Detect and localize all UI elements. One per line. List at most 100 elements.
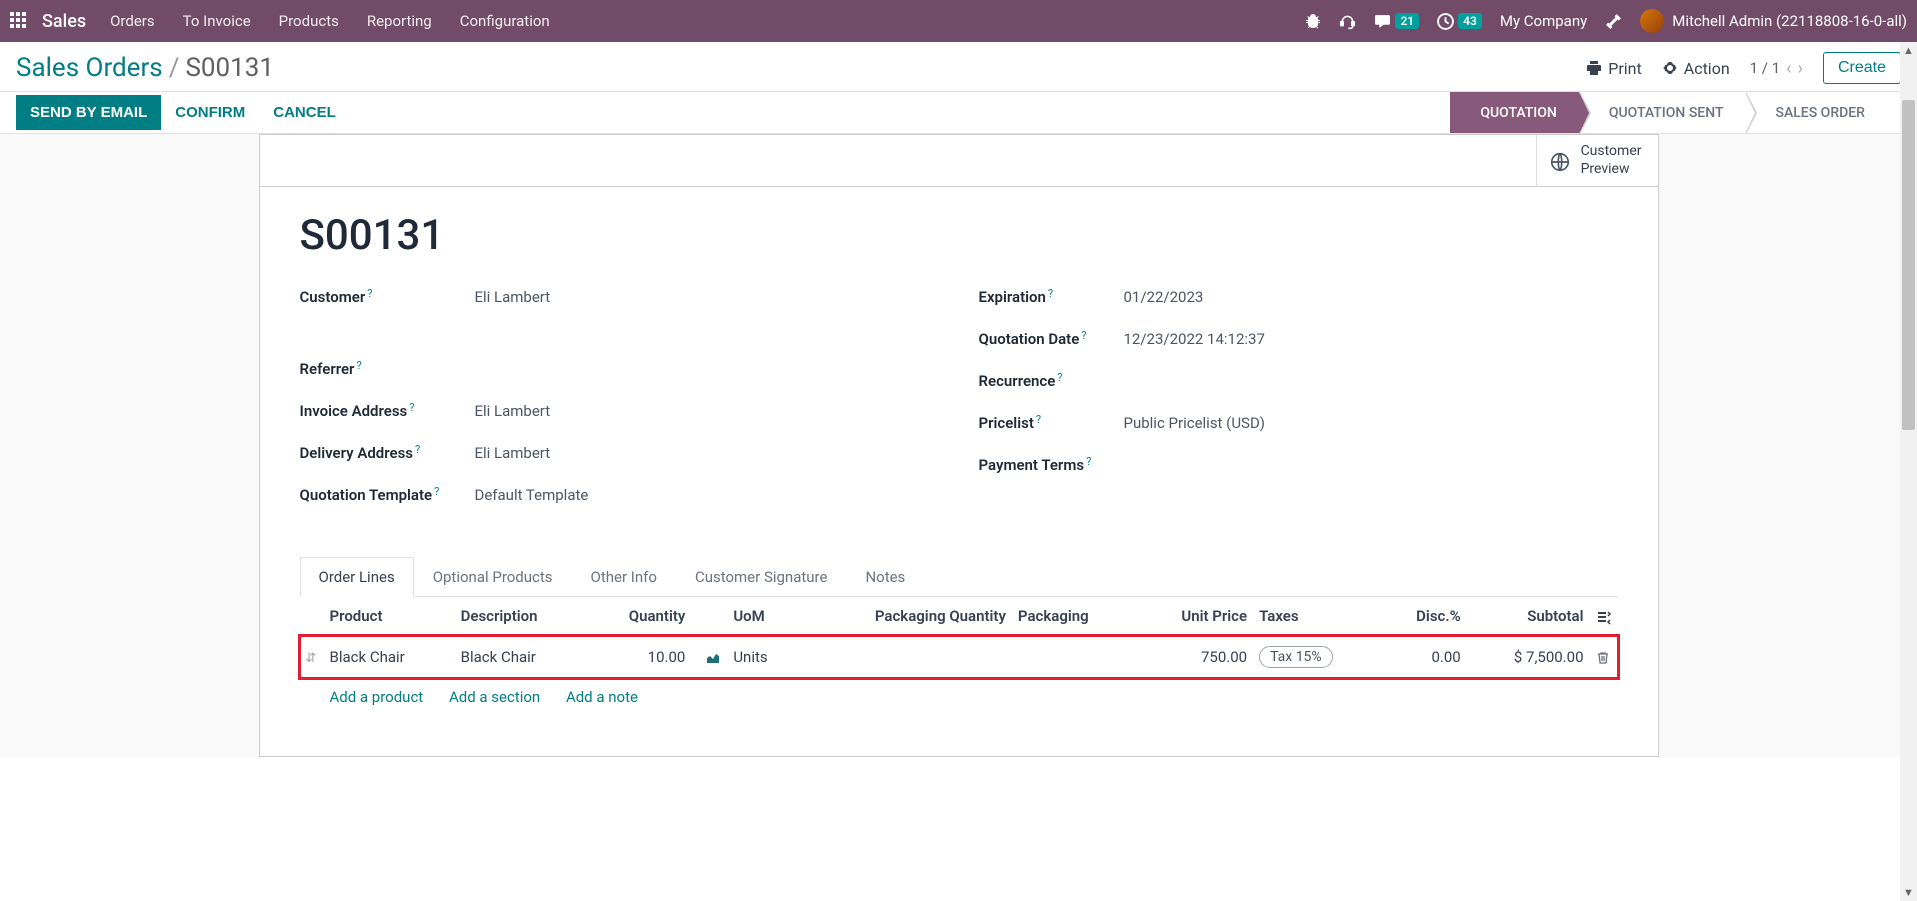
col-disc: Disc.% bbox=[1382, 597, 1467, 636]
label-quotation-date: Quotation Date? bbox=[979, 330, 1124, 348]
activities-badge: 43 bbox=[1458, 13, 1482, 29]
cell-product[interactable]: Black Chair bbox=[324, 636, 455, 679]
send-by-email-button[interactable]: SEND BY EMAIL bbox=[16, 95, 161, 130]
drag-handle-icon[interactable]: ⇵ bbox=[306, 651, 317, 666]
tab-other-info[interactable]: Other Info bbox=[572, 557, 676, 597]
activities-icon[interactable]: 43 bbox=[1437, 13, 1482, 30]
col-description: Description bbox=[455, 597, 589, 636]
gear-icon bbox=[1662, 60, 1678, 76]
field-expiration[interactable]: 01/22/2023 bbox=[1124, 288, 1204, 306]
status-stages: QUOTATION QUOTATION SENT SALES ORDER bbox=[1450, 92, 1887, 133]
label-recurrence: Recurrence? bbox=[979, 372, 1124, 390]
user-menu[interactable]: Mitchell Admin (22118808-16-0-all) bbox=[1640, 9, 1907, 33]
print-icon bbox=[1586, 60, 1602, 76]
cell-uom[interactable]: Units bbox=[727, 636, 797, 679]
label-expiration: Expiration? bbox=[979, 288, 1124, 306]
cell-subtotal: $ 7,500.00 bbox=[1467, 636, 1590, 679]
label-delivery-address: Delivery Address? bbox=[300, 444, 475, 462]
menu-configuration[interactable]: Configuration bbox=[460, 12, 550, 30]
col-unit-price: Unit Price bbox=[1136, 597, 1253, 636]
cell-taxes[interactable]: Tax 15% bbox=[1259, 646, 1333, 668]
order-title: S00131 bbox=[300, 211, 1618, 260]
add-product-link[interactable]: Add a product bbox=[330, 688, 424, 706]
messages-icon[interactable]: 21 bbox=[1374, 13, 1419, 30]
tab-order-lines[interactable]: Order Lines bbox=[300, 557, 414, 597]
scrollbar[interactable]: ▲ ▼ bbox=[1900, 42, 1917, 901]
scroll-down-icon[interactable]: ▼ bbox=[1903, 886, 1914, 899]
pager-prev[interactable]: ‹ bbox=[1786, 58, 1791, 79]
columns-config-icon[interactable] bbox=[1590, 597, 1618, 636]
user-name: Mitchell Admin (22118808-16-0-all) bbox=[1672, 12, 1907, 30]
add-section-link[interactable]: Add a section bbox=[449, 688, 540, 706]
col-subtotal: Subtotal bbox=[1467, 597, 1590, 636]
breadcrumb-current: S00131 bbox=[185, 53, 274, 83]
company-switcher[interactable]: My Company bbox=[1500, 12, 1587, 30]
cell-disc[interactable]: 0.00 bbox=[1382, 636, 1467, 679]
tabs: Order Lines Optional Products Other Info… bbox=[300, 556, 1618, 597]
brand-sales[interactable]: Sales bbox=[42, 11, 86, 32]
menu-products[interactable]: Products bbox=[279, 12, 339, 30]
cell-quantity[interactable]: 10.00 bbox=[588, 636, 691, 679]
tab-customer-signature[interactable]: Customer Signature bbox=[676, 557, 847, 597]
bug-icon[interactable] bbox=[1305, 13, 1321, 29]
table-row[interactable]: ⇵ Black Chair Black Chair 10.00 Units 75… bbox=[300, 636, 1618, 679]
tab-optional-products[interactable]: Optional Products bbox=[414, 557, 572, 597]
field-delivery-address[interactable]: Eli Lambert bbox=[475, 444, 551, 462]
cell-description[interactable]: Black Chair bbox=[455, 636, 589, 679]
main-menu: Orders To Invoice Products Reporting Con… bbox=[110, 12, 550, 30]
stage-quotation-sent[interactable]: QUOTATION SENT bbox=[1579, 92, 1746, 133]
confirm-button[interactable]: CONFIRM bbox=[161, 95, 259, 130]
order-lines-table: Product Description Quantity UoM Packagi… bbox=[300, 597, 1618, 716]
form-left-column: Customer?Eli Lambert Referrer? Invoice A… bbox=[300, 288, 939, 528]
cell-pkg-qty[interactable] bbox=[797, 636, 1012, 679]
apps-icon[interactable] bbox=[10, 12, 28, 30]
stage-quotation[interactable]: QUOTATION bbox=[1450, 92, 1579, 133]
breadcrumb: Sales Orders / S00131 bbox=[16, 53, 274, 83]
field-pricelist[interactable]: Public Pricelist (USD) bbox=[1124, 414, 1266, 432]
tools-icon[interactable] bbox=[1605, 13, 1622, 30]
create-button[interactable]: Create bbox=[1823, 52, 1901, 84]
messages-badge: 21 bbox=[1395, 13, 1419, 29]
forecast-icon[interactable] bbox=[705, 648, 721, 666]
add-note-link[interactable]: Add a note bbox=[566, 688, 638, 706]
scroll-thumb[interactable] bbox=[1902, 100, 1915, 430]
field-customer[interactable]: Eli Lambert bbox=[475, 288, 551, 306]
label-invoice-address: Invoice Address? bbox=[300, 402, 475, 420]
col-pkg-qty: Packaging Quantity bbox=[797, 597, 1012, 636]
field-quotation-date[interactable]: 12/23/2022 14:12:37 bbox=[1124, 330, 1265, 348]
support-icon[interactable] bbox=[1339, 13, 1356, 30]
menu-orders[interactable]: Orders bbox=[110, 12, 155, 30]
menu-reporting[interactable]: Reporting bbox=[367, 12, 432, 30]
pager: 1 / 1 ‹ › bbox=[1750, 58, 1803, 79]
label-referrer: Referrer? bbox=[300, 360, 475, 378]
col-uom: UoM bbox=[727, 597, 797, 636]
action-button[interactable]: Action bbox=[1662, 59, 1730, 78]
avatar bbox=[1640, 9, 1664, 33]
form-sheet: Customer Preview S00131 Customer?Eli Lam… bbox=[259, 134, 1659, 757]
field-quotation-template[interactable]: Default Template bbox=[475, 486, 589, 504]
tab-notes[interactable]: Notes bbox=[846, 557, 924, 597]
label-quotation-template: Quotation Template? bbox=[300, 486, 475, 504]
cell-unit-price[interactable]: 750.00 bbox=[1136, 636, 1253, 679]
col-quantity: Quantity bbox=[588, 597, 691, 636]
top-navbar: Sales Orders To Invoice Products Reporti… bbox=[0, 0, 1917, 42]
col-packaging: Packaging bbox=[1012, 597, 1136, 636]
form-right-column: Expiration?01/22/2023 Quotation Date?12/… bbox=[979, 288, 1618, 528]
print-button[interactable]: Print bbox=[1586, 59, 1641, 78]
delete-row-icon[interactable] bbox=[1596, 648, 1610, 666]
breadcrumb-parent[interactable]: Sales Orders bbox=[16, 53, 163, 83]
stage-sales-order[interactable]: SALES ORDER bbox=[1745, 92, 1887, 133]
col-taxes: Taxes bbox=[1253, 597, 1382, 636]
status-bar: SEND BY EMAIL CONFIRM CANCEL QUOTATION Q… bbox=[0, 91, 1917, 134]
label-pricelist: Pricelist? bbox=[979, 414, 1124, 432]
sheet-background: Customer Preview S00131 Customer?Eli Lam… bbox=[0, 134, 1917, 757]
globe-icon bbox=[1549, 148, 1571, 173]
customer-preview-button[interactable]: Customer Preview bbox=[1536, 135, 1658, 186]
pager-next[interactable]: › bbox=[1798, 58, 1803, 79]
menu-to-invoice[interactable]: To Invoice bbox=[183, 12, 251, 30]
cancel-button[interactable]: CANCEL bbox=[259, 95, 350, 130]
label-customer: Customer? bbox=[300, 288, 475, 306]
scroll-up-icon[interactable]: ▲ bbox=[1903, 44, 1914, 57]
field-invoice-address[interactable]: Eli Lambert bbox=[475, 402, 551, 420]
cell-pkg[interactable] bbox=[1012, 636, 1136, 679]
